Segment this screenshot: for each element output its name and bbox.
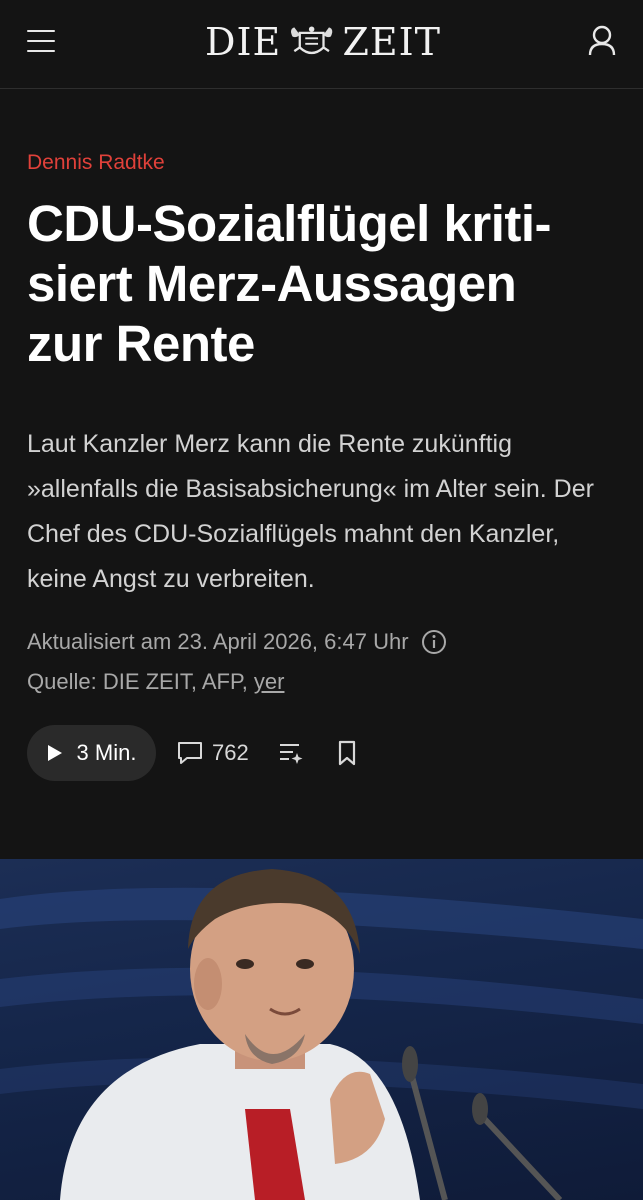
comments-button[interactable]: 762 bbox=[176, 740, 249, 766]
source-author-link[interactable]: yer bbox=[254, 662, 285, 702]
info-icon[interactable] bbox=[421, 629, 447, 655]
audio-play-button[interactable]: 3 Min. bbox=[27, 725, 156, 781]
article-meta: Aktualisiert am 23. April 2026, 6:47 Uhr… bbox=[27, 622, 617, 702]
comment-count: 762 bbox=[212, 740, 249, 765]
audio-duration: 3 Min. bbox=[76, 740, 137, 765]
article-photo bbox=[0, 859, 643, 1200]
article-headline: CDU-Sozialflügel kriti- siert Merz-Aussa… bbox=[27, 195, 552, 372]
updated-timestamp: Aktualisiert am 23. April 2026, 6:47 Uhr bbox=[27, 629, 409, 654]
comment-icon bbox=[178, 742, 202, 764]
logo-text-zeit: ZEIT bbox=[342, 20, 441, 64]
ai-summary-icon[interactable] bbox=[277, 739, 305, 767]
die-zeit-logo[interactable]: DIE ZEIT bbox=[205, 20, 441, 64]
author-link[interactable]: Dennis Radtke bbox=[27, 151, 165, 175]
hamburger-menu-icon[interactable] bbox=[27, 30, 55, 52]
top-bar: DIE ZEIT bbox=[0, 0, 643, 89]
eagle-crest-icon bbox=[291, 26, 333, 55]
source-label: Quelle: DIE ZEIT, AFP, bbox=[27, 669, 248, 694]
user-icon[interactable] bbox=[586, 24, 618, 58]
play-icon bbox=[47, 745, 62, 761]
article-teaser: Laut Kanzler Merz kann die Rente zukünft… bbox=[27, 430, 594, 593]
bookmark-icon[interactable] bbox=[333, 739, 361, 767]
speaker-photo-illustration bbox=[0, 869, 643, 1200]
logo-text-die: DIE bbox=[205, 20, 282, 64]
article-actions: 3 Min. 762 bbox=[27, 725, 361, 781]
